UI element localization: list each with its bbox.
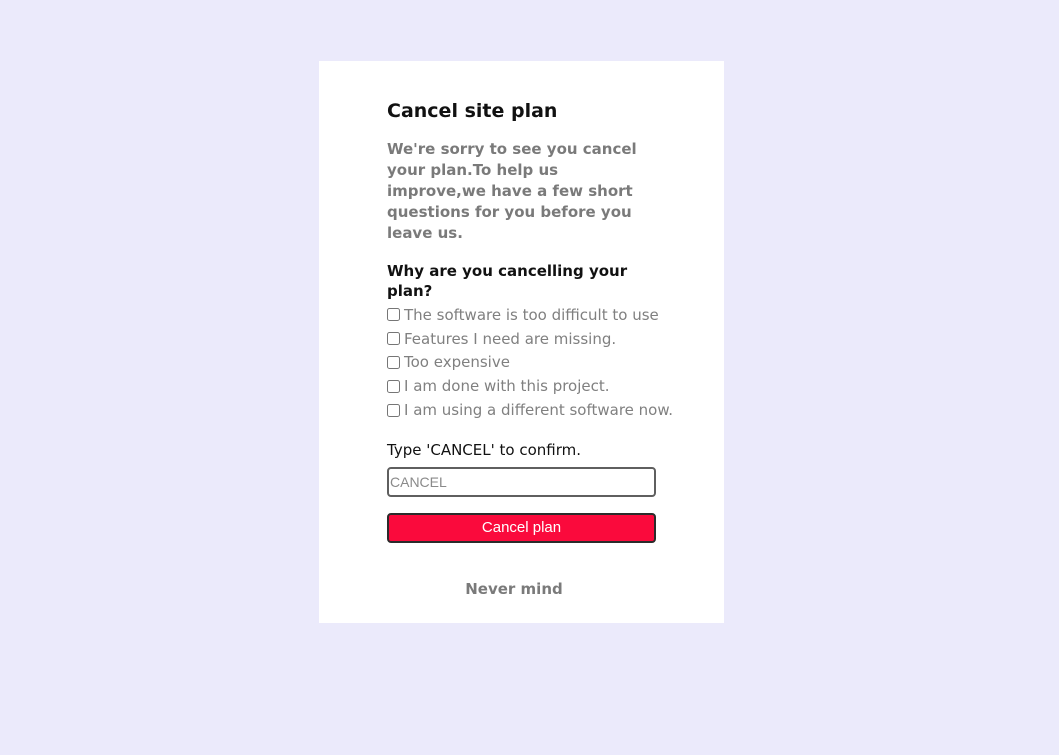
dialog-title: Cancel site plan	[387, 100, 558, 122]
reason-label: I am using a different software now.	[404, 401, 674, 420]
reason-checkbox-project-done[interactable]	[387, 379, 400, 393]
reason-checkbox-features-missing[interactable]	[387, 332, 400, 346]
reason-checkbox-different-software[interactable]	[387, 403, 400, 417]
reason-checkbox-too-expensive[interactable]	[387, 355, 400, 369]
reason-checkbox-too-difficult[interactable]	[387, 308, 400, 322]
intro-text: We're sorry to see you cancel your plan.…	[387, 140, 637, 242]
reason-label: The software is too difficult to use	[404, 305, 659, 324]
confirm-label: Type 'CANCEL' to confirm.	[387, 440, 581, 459]
reason-option-too-expensive[interactable]: Too expensive	[387, 351, 667, 375]
cancel-reason-list: The software is too difficult to use Fea…	[387, 303, 673, 422]
reason-label: Too expensive	[404, 353, 510, 372]
reason-option-different-software[interactable]: I am using a different software now.	[387, 398, 673, 422]
cancel-reason-question: Why are you cancelling your plan?	[387, 262, 628, 300]
confirm-cancel-input[interactable]	[387, 466, 656, 497]
cancel-plan-button[interactable]: Cancel plan	[387, 512, 656, 543]
cancel-plan-form: Cancel site plan We're sorry to see you …	[387, 99, 673, 599]
reason-option-project-done[interactable]: I am done with this project.	[387, 374, 667, 398]
reason-label: Features I need are missing.	[404, 329, 617, 348]
reason-option-features-missing[interactable]: Features I need are missing.	[387, 327, 667, 351]
reason-label: I am done with this project.	[404, 377, 610, 396]
never-mind-link[interactable]: Never mind	[387, 579, 641, 599]
cancel-plan-card: Cancel site plan We're sorry to see you …	[319, 61, 724, 623]
reason-option-too-difficult[interactable]: The software is too difficult to use	[387, 303, 667, 327]
